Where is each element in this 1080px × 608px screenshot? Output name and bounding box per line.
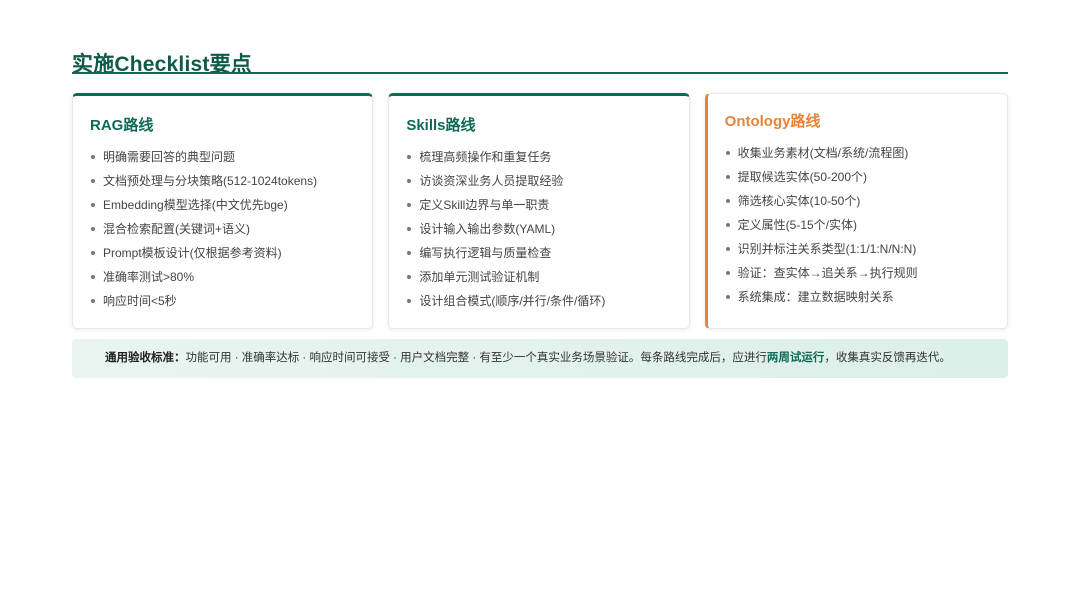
- list-item: 收集业务素材(文档/系统/流程图): [725, 141, 989, 165]
- card-list-skills: 梳理高频操作和重复任务 访谈资深业务人员提取经验 定义Skill边界与单一职责 …: [406, 145, 670, 313]
- criteria-highlight: 两周试运行: [766, 352, 825, 364]
- list-item: 系统集成：建立数据映射关系: [725, 285, 989, 309]
- list-item: 设计组合模式(顺序/并行/条件/循环): [406, 289, 670, 313]
- card-list-rag: 明确需要回答的典型问题 文档预处理与分块策略(512-1024tokens) E…: [90, 145, 354, 313]
- list-item: 梳理高频操作和重复任务: [406, 145, 670, 169]
- route-cards: RAG路线 明确需要回答的典型问题 文档预处理与分块策略(512-1024tok…: [72, 93, 1008, 329]
- list-item: 明确需要回答的典型问题: [90, 145, 354, 169]
- criteria-label: 通用验收标准：: [105, 352, 186, 364]
- card-ontology: Ontology路线 收集业务素材(文档/系统/流程图) 提取候选实体(50-2…: [704, 93, 1008, 329]
- list-item: 验证：查实体→追关系→执行规则: [725, 261, 989, 285]
- list-item: 编写执行逻辑与质量检查: [406, 241, 670, 265]
- list-item: Prompt模板设计(仅根据参考资料): [90, 241, 354, 265]
- list-item: 文档预处理与分块策略(512-1024tokens): [90, 169, 354, 193]
- criteria-text: 功能可用 · 准确率达标 · 响应时间可接受 · 用户文档完整 · 有至少一个真…: [185, 352, 767, 364]
- card-list-ontology: 收集业务素材(文档/系统/流程图) 提取候选实体(50-200个) 筛选核心实体…: [725, 141, 989, 309]
- list-item: 定义Skill边界与单一职责: [406, 193, 670, 217]
- list-item: 定义属性(5-15个/实体): [725, 213, 989, 237]
- list-item: 筛选核心实体(10-50个): [725, 189, 989, 213]
- list-item: 混合检索配置(关键词+语义): [90, 217, 354, 241]
- card-title-rag: RAG路线: [90, 117, 154, 134]
- list-item: 准确率测试>80%: [90, 265, 354, 289]
- acceptance-criteria-banner: 通用验收标准：功能可用 · 准确率达标 · 响应时间可接受 · 用户文档完整 ·…: [72, 339, 1008, 378]
- list-item: 提取候选实体(50-200个): [725, 165, 989, 189]
- card-skills: Skills路线 梳理高频操作和重复任务 访谈资深业务人员提取经验 定义Skil…: [388, 93, 690, 329]
- card-title-ontology: Ontology路线: [724, 113, 821, 130]
- criteria-text-end: ，收集真实反馈再迭代。: [824, 352, 951, 364]
- list-item: 识别并标注关系类型(1:1/1:N/N:N): [725, 237, 989, 261]
- list-item: Embedding模型选择(中文优先bge): [90, 193, 354, 217]
- card-title-skills: Skills路线: [406, 117, 476, 134]
- title-divider: [72, 72, 1008, 74]
- list-item: 添加单元测试验证机制: [406, 265, 670, 289]
- list-item: 访谈资深业务人员提取经验: [406, 169, 670, 193]
- card-rag: RAG路线 明确需要回答的典型问题 文档预处理与分块策略(512-1024tok…: [72, 93, 374, 329]
- list-item: 设计输入输出参数(YAML): [406, 217, 670, 241]
- list-item: 响应时间<5秒: [90, 289, 354, 313]
